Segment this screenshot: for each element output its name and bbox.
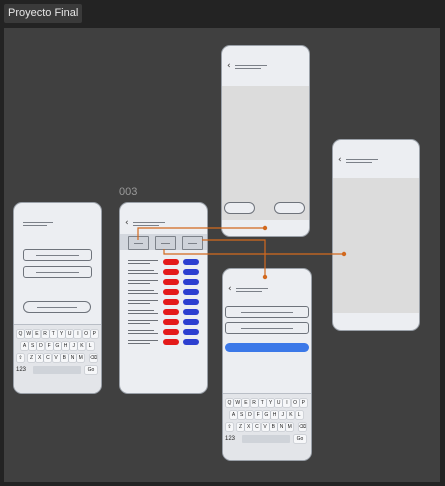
connection-wire-2 (202, 239, 266, 277)
prototype-connections (137, 225, 347, 280)
connection-endpoint (262, 225, 268, 231)
connection-wire-1 (137, 227, 265, 240)
connection-endpoint (262, 274, 268, 280)
connection-endpoint (341, 251, 347, 257)
connection-wire-3 (163, 249, 344, 255)
